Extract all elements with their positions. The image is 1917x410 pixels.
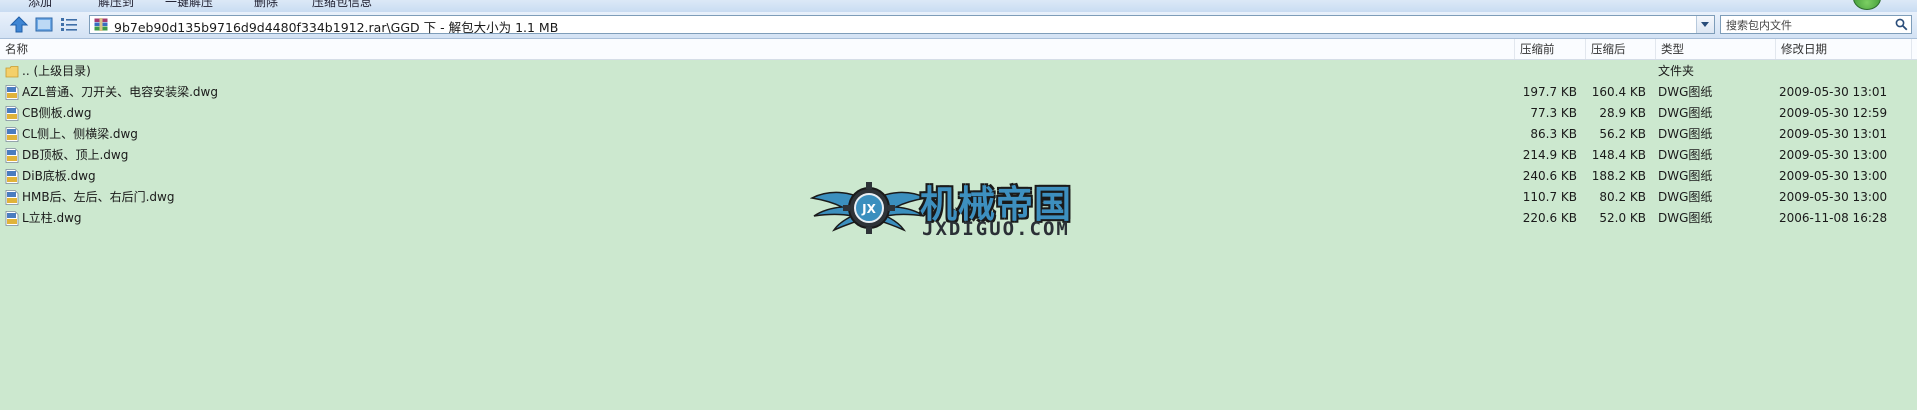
file-type: DWG图纸 [1658,148,1713,162]
menu-delete[interactable]: 删除 [254,0,278,10]
column-modified[interactable]: 修改日期 [1776,39,1912,59]
file-name: L立柱.dwg [22,211,82,225]
menu-one-click-extract[interactable]: 一键解压 [165,0,213,10]
parent-directory-type: 文件夹 [1658,64,1695,78]
file-packed-size: 220.6 KB [1522,211,1577,225]
file-type: DWG图纸 [1658,169,1713,183]
dwg-file-icon [5,85,19,100]
file-type: DWG图纸 [1658,211,1713,225]
globe-icon[interactable] [1853,0,1881,10]
gear-wings-logo-icon: JX [810,182,928,234]
dwg-file-icon [5,127,19,142]
file-modified: 2009-05-30 13:01 [1779,127,1888,141]
file-packed-size: 86.3 KB [1530,127,1577,141]
file-name: DB顶板、顶上.dwg [22,148,129,162]
file-modified: 2006-11-08 16:28 [1779,211,1888,225]
file-modified: 2009-05-30 13:00 [1779,148,1888,162]
search-icon[interactable] [1895,18,1908,31]
file-name: CB侧板.dwg [22,106,92,120]
file-packed-size: 197.7 KB [1522,85,1577,99]
file-packed-size: 240.6 KB [1522,169,1577,183]
column-unpacked[interactable]: 压缩后 [1586,39,1656,59]
file-unpacked-size: 80.2 KB [1599,190,1646,204]
file-row[interactable]: CB侧板.dwg 77.3 KB 28.9 KB DWG图纸 2009-05-30 12… [0,103,1917,124]
file-modified: 2009-05-30 12:59 [1779,106,1888,120]
file-row[interactable]: CL侧上、侧横梁.dwg 86.3 KB 56.2 KB DWG图纸 2009-05-3… [0,124,1917,145]
file-unpacked-size: 28.9 KB [1599,106,1646,120]
file-unpacked-size: 56.2 KB [1599,127,1646,141]
archive-icon [94,18,108,31]
dwg-file-icon [5,190,19,205]
file-type: DWG图纸 [1658,127,1713,141]
file-name: CL侧上、侧横梁.dwg [22,127,138,141]
file-type: DWG图纸 [1658,85,1713,99]
menu-archive-info[interactable]: 压缩包信息 [312,0,372,10]
menu-extract-to[interactable]: 解压到 [98,0,134,10]
column-type[interactable]: 类型 [1656,39,1776,59]
file-name: DiB底板.dwg [22,169,96,183]
column-name[interactable]: 名称 [0,39,1515,59]
list-view-icon[interactable] [59,15,79,34]
file-modified: 2009-05-30 13:00 [1779,169,1888,183]
search-box [1720,15,1912,34]
dwg-file-icon [5,106,19,121]
file-modified: 2009-05-30 13:01 [1779,85,1888,99]
menu-add[interactable]: 添加 [28,0,52,10]
file-unpacked-size: 188.2 KB [1591,169,1646,183]
emblem-letters: JX [861,202,876,216]
thumbnail-view-icon[interactable] [34,15,54,34]
chevron-down-icon [1701,22,1709,27]
watermark-logo: JX 机械帝国 JXDIGUO.COM [810,172,1110,242]
file-unpacked-size: 148.4 KB [1591,148,1646,162]
file-unpacked-size: 52.0 KB [1599,211,1646,225]
column-packed[interactable]: 压缩前 [1515,39,1586,59]
dwg-file-icon [5,169,19,184]
file-row[interactable]: AZL普通、刀开关、电容安装梁.dwg 197.7 KB 160.4 KB DWG图纸… [0,82,1917,103]
parent-directory-row[interactable]: .. (上级目录) 文件夹 [0,61,1917,82]
file-unpacked-size: 160.4 KB [1591,85,1646,99]
toolbar: 9b7eb90d135b9716d9d4480f334b1912.rar\GGD… [0,12,1917,39]
column-header: 名称 压缩前 压缩后 类型 修改日期 [0,39,1917,60]
file-packed-size: 110.7 KB [1522,190,1577,204]
file-packed-size: 77.3 KB [1530,106,1577,120]
file-type: DWG图纸 [1658,190,1713,204]
watermark-domain: JXDIGUO.COM [922,218,1070,240]
address-dropdown[interactable] [1696,16,1714,33]
file-packed-size: 214.9 KB [1522,148,1577,162]
parent-directory-name: .. (上级目录) [22,64,91,78]
file-modified: 2009-05-30 13:00 [1779,190,1888,204]
address-bar[interactable]: 9b7eb90d135b9716d9d4480f334b1912.rar\GGD… [89,15,1715,35]
dwg-file-icon [5,148,19,163]
folder-icon [5,64,19,79]
file-type: DWG图纸 [1658,106,1713,120]
file-row[interactable]: DB顶板、顶上.dwg 214.9 KB 148.4 KB DWG图纸 2009-05-… [0,145,1917,166]
file-name: HMB后、左后、右后门.dwg [22,190,175,204]
archive-path: 9b7eb90d135b9716d9d4480f334b1912.rar\GGD… [114,20,559,35]
up-arrow-icon[interactable] [9,15,29,34]
file-name: AZL普通、刀开关、电容安装梁.dwg [22,85,218,99]
search-input[interactable] [1724,17,1878,34]
dwg-file-icon [5,211,19,226]
